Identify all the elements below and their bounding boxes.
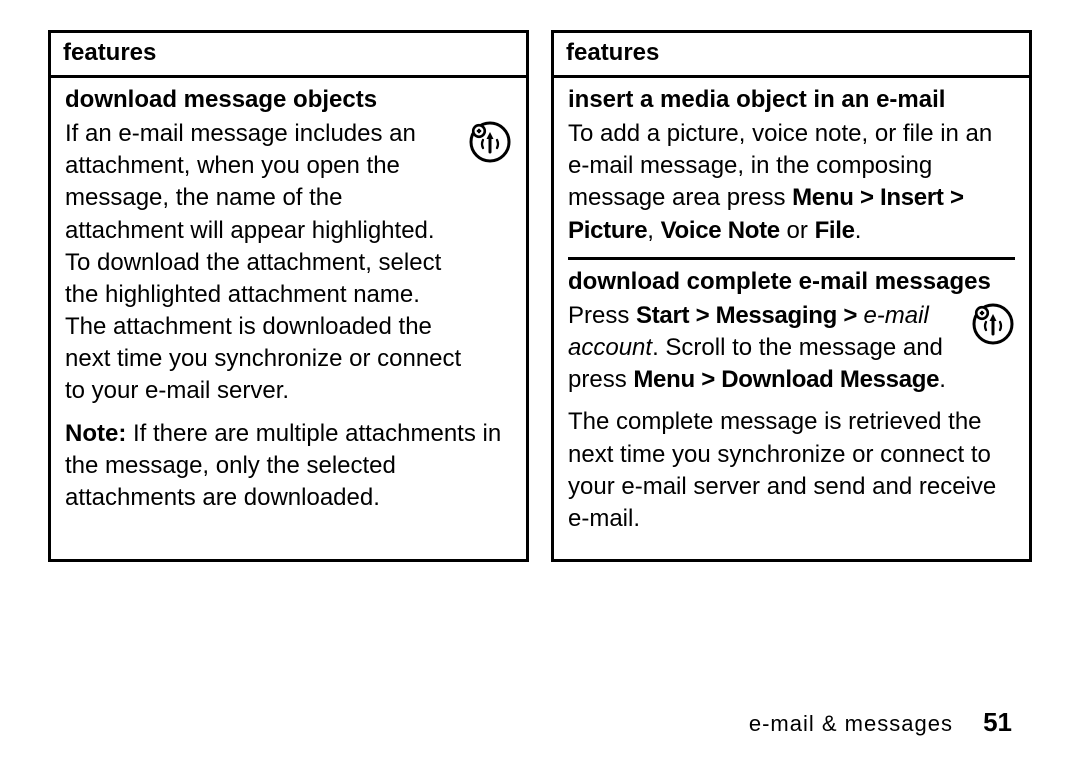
or-word: or bbox=[780, 217, 815, 244]
footer-page-number: 51 bbox=[983, 707, 1012, 737]
press-word: Press bbox=[568, 302, 636, 329]
comma: , bbox=[647, 217, 660, 244]
start-messaging-path: Start > Messaging > bbox=[636, 302, 863, 329]
footer-section-name: e-mail & messages bbox=[749, 711, 953, 736]
download-complete-block: Press Start > Messaging > e-mail account… bbox=[568, 300, 1015, 396]
left-panel-header: features bbox=[51, 33, 526, 78]
left-panel: features download message objects bbox=[48, 30, 529, 562]
file-option: File bbox=[815, 217, 855, 244]
menu-download-path: Menu > Download Message bbox=[633, 366, 939, 393]
network-icon bbox=[468, 120, 512, 164]
left-panel-body: download message objects bbox=[51, 78, 526, 538]
page-footer: e-mail & messages 51 bbox=[749, 707, 1012, 738]
right-panel-header: features bbox=[554, 33, 1029, 78]
note-label: Note: bbox=[65, 420, 126, 447]
right-panel: features insert a media object in an e-m… bbox=[551, 30, 1032, 562]
network-icon bbox=[971, 302, 1015, 346]
period: . bbox=[855, 217, 862, 244]
note-text: If there are multiple attachments in the… bbox=[65, 420, 501, 511]
download-objects-note: Note: If there are multiple attachments … bbox=[65, 418, 512, 514]
download-complete-section: download complete e-mail messages bbox=[568, 257, 1015, 535]
download-complete-result: The complete message is retrieved the ne… bbox=[568, 406, 1015, 535]
insert-media-text: To add a picture, voice note, or file in… bbox=[568, 118, 1015, 247]
download-complete-heading: download complete e-mail messages bbox=[568, 266, 1015, 298]
columns: features download message objects bbox=[48, 30, 1032, 562]
manual-page: features download message objects bbox=[0, 0, 1080, 764]
right-panel-body: insert a media object in an e-mail To ad… bbox=[554, 78, 1029, 559]
download-objects-heading: download message objects bbox=[65, 84, 512, 116]
insert-media-section: insert a media object in an e-mail To ad… bbox=[568, 84, 1015, 247]
download-complete-step: Press Start > Messaging > e-mail account… bbox=[568, 300, 965, 396]
voice-note-option: Voice Note bbox=[661, 217, 780, 244]
download-objects-text: If an e-mail message includes an attachm… bbox=[65, 118, 462, 407]
insert-media-heading: insert a media object in an e-mail bbox=[568, 84, 1015, 116]
download-objects-block: If an e-mail message includes an attachm… bbox=[65, 118, 512, 407]
period: . bbox=[939, 366, 946, 393]
